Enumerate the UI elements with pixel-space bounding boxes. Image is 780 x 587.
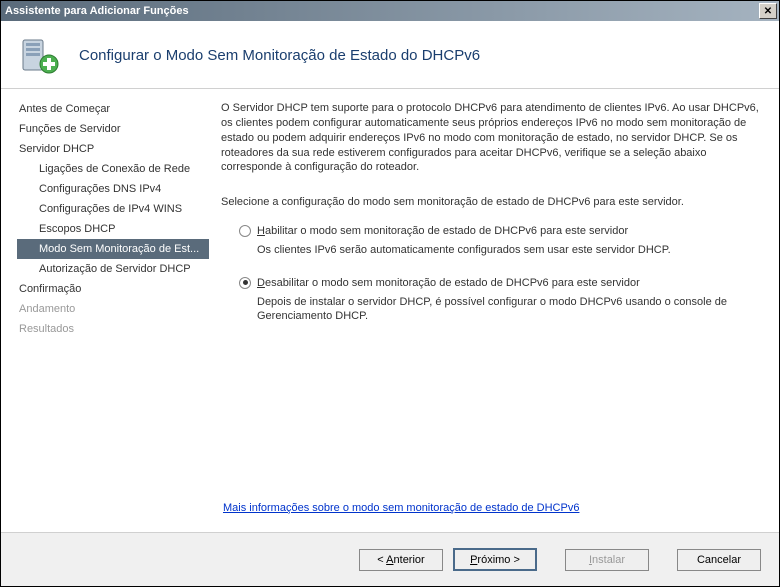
- sidebar-item-network-bindings[interactable]: Ligações de Conexão de Rede: [17, 159, 209, 179]
- sidebar-item-dhcp-server[interactable]: Servidor DHCP: [17, 139, 209, 159]
- radio-disable-desc: Depois de instalar o servidor DHCP, é po…: [239, 295, 761, 325]
- window-title: Assistente para Adicionar Funções: [5, 5, 759, 17]
- close-icon: ✕: [764, 6, 772, 17]
- sidebar-item-stateless-mode[interactable]: Modo Sem Monitoração de Est...: [17, 239, 209, 259]
- radio-disable[interactable]: Desabilitar o modo sem monitoração de es…: [239, 276, 761, 291]
- sidebar-item-confirmation[interactable]: Confirmação: [17, 279, 209, 299]
- radio-icon: [239, 225, 251, 237]
- wizard-sidebar: Antes de Começar Funções de Servidor Ser…: [1, 89, 209, 531]
- radio-icon-checked: [239, 277, 251, 289]
- radio-enable[interactable]: Habilitar o modo sem monitoração de esta…: [239, 224, 761, 239]
- close-button[interactable]: ✕: [759, 3, 777, 19]
- wizard-body: Antes de Começar Funções de Servidor Ser…: [1, 89, 779, 531]
- page-title: Configurar o Modo Sem Monitoração de Est…: [79, 47, 480, 64]
- sidebar-item-server-roles[interactable]: Funções de Servidor: [17, 119, 209, 139]
- more-info-link[interactable]: Mais informações sobre o modo sem monito…: [223, 502, 579, 514]
- sidebar-item-dhcp-authorization[interactable]: Autorização de Servidor DHCP: [17, 259, 209, 279]
- wizard-content: O Servidor DHCP tem suporte para o proto…: [209, 89, 779, 531]
- more-info-link-row: Mais informações sobre o modo sem monito…: [223, 502, 579, 514]
- server-icon: [19, 36, 59, 76]
- sidebar-item-before-begin[interactable]: Antes de Começar: [17, 99, 209, 119]
- radio-group: Habilitar o modo sem monitoração de esta…: [221, 224, 761, 324]
- sidebar-item-results: Resultados: [17, 319, 209, 339]
- next-button[interactable]: Próximo >: [453, 548, 537, 571]
- sidebar-item-progress: Andamento: [17, 299, 209, 319]
- radio-enable-label: Habilitar o modo sem monitoração de esta…: [257, 224, 628, 239]
- sidebar-item-dhcp-scopes[interactable]: Escopos DHCP: [17, 219, 209, 239]
- sidebar-item-dns-ipv4[interactable]: Configurações DNS IPv4: [17, 179, 209, 199]
- radio-enable-desc: Os clientes IPv6 serão automaticamente c…: [239, 243, 761, 258]
- cancel-button[interactable]: Cancelar: [677, 549, 761, 571]
- radio-disable-label: Desabilitar o modo sem monitoração de es…: [257, 276, 640, 291]
- back-button[interactable]: < Anterior: [359, 549, 443, 571]
- install-button: Instalar: [565, 549, 649, 571]
- intro-text: O Servidor DHCP tem suporte para o proto…: [221, 101, 761, 175]
- wizard-footer: < Anterior Próximo > Instalar Cancelar: [1, 532, 779, 586]
- wizard-header: Configurar o Modo Sem Monitoração de Est…: [1, 21, 779, 89]
- titlebar: Assistente para Adicionar Funções ✕: [1, 1, 779, 21]
- select-prompt: Selecione a configuração do modo sem mon…: [221, 195, 761, 210]
- sidebar-item-ipv4-wins[interactable]: Configurações de IPv4 WINS: [17, 199, 209, 219]
